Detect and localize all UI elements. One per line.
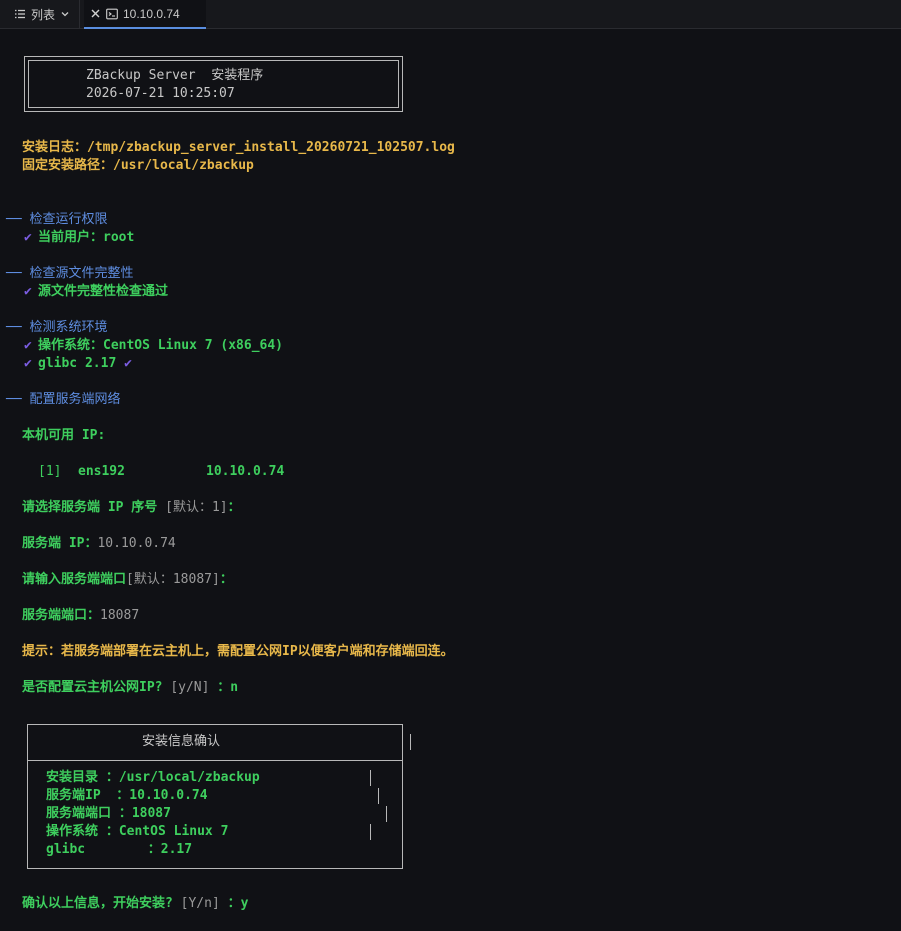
box-artifact [370, 770, 371, 786]
section-check-permission: ── 检查运行权限 [6, 212, 108, 227]
server-port-line: 服务端端口：18087 [22, 608, 140, 623]
section-check-env: ── 检测系统环境 [6, 320, 108, 335]
chevron-down-icon[interactable] [60, 9, 70, 19]
install-log-line: 安装日志：/tmp/zbackup_server_install_2026072… [22, 140, 455, 155]
iface-ip: 10.10.0.74 [206, 464, 285, 479]
banner-title: ZBackup Server 安装程序 [86, 68, 264, 83]
confirm-row-install-dir: 安装目录 ：/usr/local/zbackup [46, 770, 260, 785]
public-ip-prompt: 是否配置云主机公网IP? [y/N] ：n [22, 680, 239, 695]
box-artifact [370, 824, 371, 840]
confirm-row-server-port: 服务端端口 ：18087 [46, 806, 171, 821]
confirm-row-server-ip: 服务端IP ：10.10.0.74 [46, 788, 208, 803]
server-ip-line: 服务端 IP：10.10.0.74 [22, 536, 176, 551]
terminal-output[interactable]: ZBackup Server 安装程序 2026-07-21 10:25:07 … [0, 29, 901, 931]
source-ok-line: ✔ 源文件完整性检查通过 [24, 284, 169, 299]
check-icon: ✔ [124, 356, 132, 371]
os-line: ✔ 操作系统：CentOS Linux 7 (x86_64) [24, 338, 284, 353]
section-check-source: ── 检查源文件完整性 [6, 266, 134, 281]
close-icon[interactable] [90, 8, 101, 19]
glibc-line: ✔ glibc 2.17 ✔ [24, 355, 138, 373]
port-prompt: 请输入服务端端口[默认：18087]： [22, 572, 233, 587]
confirm-box-divider [27, 760, 403, 761]
list-icon [14, 8, 26, 20]
install-path-line: 固定安装路径：/usr/local/zbackup [22, 158, 254, 173]
check-icon: ✔ [24, 284, 32, 299]
confirm-box-title: 安装信息确认 [142, 734, 221, 749]
terminal-icon [106, 8, 118, 20]
tab-terminal-label: 10.10.0.74 [123, 6, 180, 21]
tab-list[interactable]: 列表 [0, 0, 80, 28]
select-ip-prompt: 请选择服务端 IP 序号 [默认：1]： [22, 500, 241, 515]
box-artifact [410, 734, 411, 750]
iface-name: ens192 [78, 464, 125, 479]
tab-bar: 列表 10.10.0.74 [0, 0, 901, 29]
section-config-network: ── 配置服务端网络 [6, 392, 121, 407]
box-artifact [378, 788, 379, 804]
box-artifact [386, 806, 387, 822]
banner-datetime: 2026-07-21 10:25:07 [86, 86, 235, 101]
check-icon: ✔ [24, 338, 32, 353]
current-user-line: ✔ 当前用户：root [24, 230, 135, 245]
tab-terminal-session[interactable]: 10.10.0.74 [84, 0, 206, 29]
confirm-install-prompt: 确认以上信息，开始安装? [Y/n] ：y [22, 896, 249, 911]
tab-list-label: 列表 [31, 7, 56, 22]
iface-index: [1] [38, 464, 62, 479]
cloud-hint: 提示：若服务端部署在云主机上，需配置公网IP以便客户端和存储端回连。 [22, 644, 454, 659]
confirm-row-glibc: glibc ：2.17 [46, 842, 193, 857]
iface-row: [1] [38, 463, 61, 481]
available-ip-label: 本机可用 IP: [22, 428, 106, 443]
check-icon: ✔ [24, 356, 32, 371]
check-icon: ✔ [24, 230, 32, 245]
confirm-row-os: 操作系统 ：CentOS Linux 7 [46, 824, 229, 839]
